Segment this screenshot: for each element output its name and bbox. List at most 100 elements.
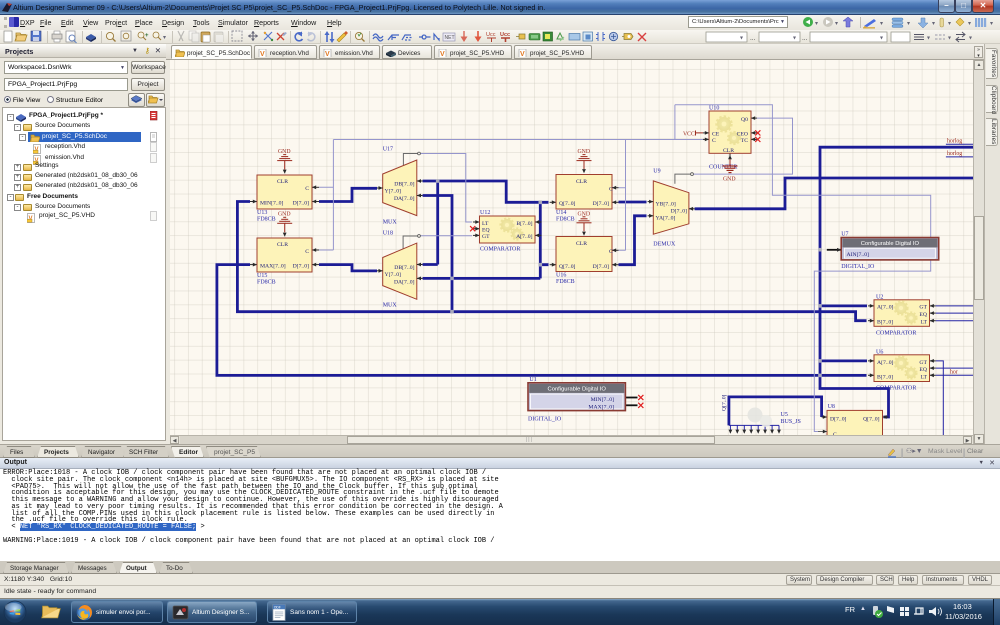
svg-text:YB[7..0]: YB[7..0] (656, 202, 676, 208)
svg-text:NET: NET (445, 35, 455, 41)
svg-text:Q0: Q0 (741, 117, 748, 123)
svg-text:A[7..0]: A[7..0] (877, 360, 894, 366)
svg-text:Q[7..0]: Q[7..0] (559, 201, 576, 207)
svg-text:...: ... (802, 35, 808, 42)
svg-text:DB[7..0]: DB[7..0] (394, 265, 414, 271)
svg-text:Q[7..0]: Q[7..0] (863, 416, 880, 422)
svg-text:CE: CE (712, 131, 720, 137)
svg-text:▾: ▾ (990, 21, 993, 27)
svg-text:▾: ▾ (163, 35, 166, 41)
svg-text:FD8CB: FD8CB (257, 217, 276, 223)
svg-text:FD8CB: FD8CB (556, 217, 575, 223)
svg-text:VCC: VCC (683, 132, 695, 138)
svg-text:B[7..0]: B[7..0] (877, 375, 893, 381)
svg-text:▾: ▾ (880, 36, 883, 42)
svg-text:U14: U14 (556, 210, 566, 216)
svg-text:LT: LT (921, 375, 928, 381)
svg-text:CLR: CLR (277, 179, 288, 185)
svg-text:▾: ▾ (969, 36, 972, 42)
svg-text:V: V (520, 51, 525, 57)
svg-text:Q[7..0]: Q[7..0] (722, 394, 728, 411)
svg-text:Configurable Digital IO: Configurable Digital IO (861, 241, 920, 247)
svg-text:LT: LT (482, 221, 489, 227)
svg-text:U18: U18 (383, 231, 393, 237)
svg-text:A[7..0]: A[7..0] (877, 305, 894, 311)
svg-text:DA[7..0]: DA[7..0] (394, 196, 415, 202)
svg-text:+: + (145, 33, 149, 39)
svg-text:▾: ▾ (948, 21, 951, 27)
svg-text:MAX[7..0]: MAX[7..0] (588, 404, 614, 410)
svg-text:U16: U16 (556, 273, 566, 279)
svg-text:B[7..0]: B[7..0] (516, 221, 532, 227)
svg-text:D[7..0]: D[7..0] (293, 264, 310, 270)
svg-text:B[7..0]: B[7..0] (877, 320, 893, 326)
svg-text:GND: GND (723, 177, 736, 183)
svg-text:FD8CB: FD8CB (257, 280, 276, 286)
svg-text:AIN[7..0]: AIN[7..0] (847, 252, 870, 258)
svg-text:U15: U15 (257, 273, 267, 279)
svg-text:U6: U6 (876, 349, 883, 355)
svg-text:U8: U8 (828, 404, 835, 410)
svg-text:▾: ▾ (948, 36, 951, 42)
svg-text:MIN[7..0]: MIN[7..0] (591, 397, 614, 403)
svg-text:TC: TC (741, 138, 748, 144)
svg-text:▾: ▾ (968, 21, 971, 27)
svg-text:D[7..0]: D[7..0] (593, 201, 610, 207)
svg-text:COMPARATOR: COMPARATOR (876, 330, 916, 336)
svg-text:V: V (325, 51, 330, 57)
svg-text:▾: ▾ (907, 21, 910, 27)
svg-text:...: ... (750, 35, 756, 42)
svg-text:D[7..0]: D[7..0] (830, 416, 847, 422)
svg-text:V: V (440, 51, 445, 57)
svg-text:LT: LT (921, 320, 928, 326)
svg-text:MAX[7..0]: MAX[7..0] (260, 264, 286, 270)
svg-text:D[7..0]: D[7..0] (671, 209, 688, 215)
svg-text:FD8CB: FD8CB (556, 279, 575, 285)
svg-text:DA[7..0]: DA[7..0] (394, 279, 415, 285)
svg-text:ODF: ODF (274, 605, 281, 609)
svg-text:MUX: MUX (383, 303, 398, 309)
svg-text:U5: U5 (781, 412, 788, 418)
svg-text:U13: U13 (257, 210, 267, 216)
svg-text:EQ: EQ (919, 367, 927, 373)
svg-text:▾: ▾ (932, 21, 935, 27)
svg-text:▾: ▾ (740, 36, 743, 42)
svg-text:C: C (712, 138, 716, 144)
svg-text:▾: ▾ (927, 36, 930, 42)
svg-text:CLR: CLR (277, 242, 288, 248)
svg-text:DIGITAL_IO: DIGITAL_IO (841, 264, 875, 270)
svg-text:Q[7..0]: Q[7..0] (559, 264, 576, 270)
svg-text:DIGITAL_IO: DIGITAL_IO (528, 417, 562, 423)
svg-text:U7: U7 (841, 232, 848, 238)
svg-text:Y[7..0]: Y[7..0] (385, 272, 402, 278)
svg-text:Ucc: Ucc (486, 32, 496, 38)
svg-text:EQ: EQ (919, 312, 927, 318)
svg-text:A[7..0]: A[7..0] (516, 234, 533, 240)
svg-text:Y[7..0]: Y[7..0] (385, 189, 402, 195)
svg-text:COMPARATOR: COMPARATOR (480, 247, 520, 253)
svg-text:GT: GT (482, 234, 490, 240)
svg-text:U1: U1 (529, 377, 536, 383)
svg-text:C: C (305, 249, 309, 255)
svg-text:MUX: MUX (383, 220, 398, 226)
svg-text:GT: GT (919, 360, 927, 366)
svg-text:CEO: CEO (737, 131, 748, 137)
svg-text:C: C (609, 186, 613, 192)
svg-text:CLR: CLR (576, 241, 587, 247)
svg-text:YA[7..0]: YA[7..0] (656, 216, 676, 222)
svg-text:hor: hor (950, 370, 958, 376)
svg-text:U12: U12 (480, 210, 490, 216)
svg-text:DB[7..0]: DB[7..0] (394, 182, 414, 188)
svg-text:GT: GT (919, 305, 927, 311)
svg-text:U10: U10 (709, 106, 719, 112)
svg-text:DEMUX: DEMUX (653, 242, 676, 248)
svg-text:U9: U9 (653, 169, 660, 175)
svg-text:C: C (305, 186, 309, 192)
svg-text:Configurable Digital IO: Configurable Digital IO (548, 386, 607, 392)
svg-text:CLR: CLR (723, 148, 734, 154)
svg-text:COMPARATOR: COMPARATOR (876, 386, 916, 392)
svg-text:D[7..0]: D[7..0] (293, 201, 310, 207)
svg-text:▾: ▾ (815, 21, 818, 27)
svg-text:U17: U17 (383, 147, 393, 153)
svg-text:D[7..0]: D[7..0] (593, 264, 610, 270)
